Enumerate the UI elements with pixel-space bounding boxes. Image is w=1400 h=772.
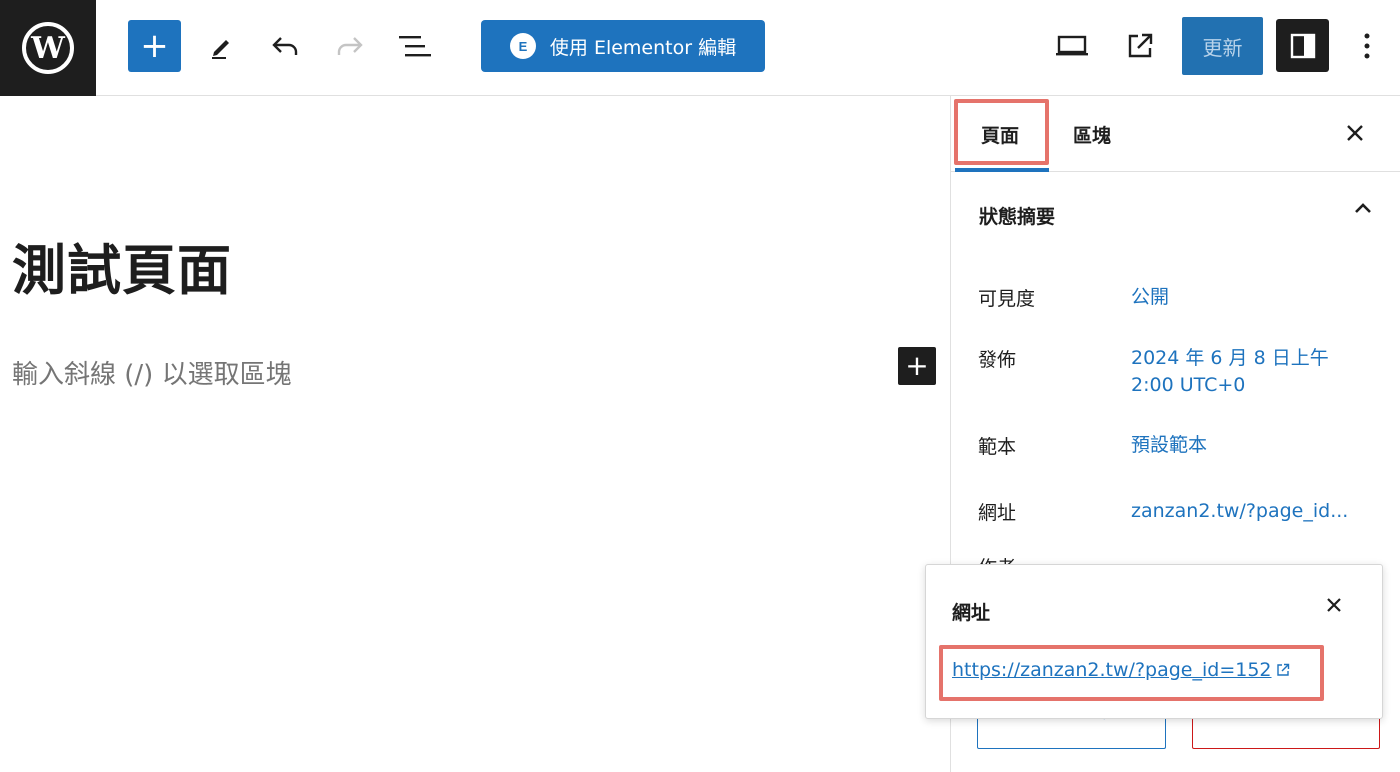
visibility-value[interactable]: 公開 [1131,284,1169,311]
update-button[interactable]: 更新 [1182,17,1263,75]
highlight-box [954,99,1049,165]
list-view-icon [399,36,431,57]
preview-button[interactable] [1048,20,1096,72]
settings-sidebar-toggle[interactable] [1276,19,1329,72]
tab-block[interactable]: 區塊 [1073,96,1111,172]
summary-panel-title: 狀態摘要 [979,205,1056,228]
close-icon [1327,598,1341,612]
page-url-text: https://zanzan2.tw/?page_id=152 [952,659,1272,681]
visibility-row: 可見度 公開 [978,284,1169,311]
redo-icon [337,37,363,55]
options-menu-button[interactable] [1343,20,1391,72]
external-link-icon [1128,33,1153,58]
add-block-button[interactable]: + [128,20,181,72]
wordpress-logo-button[interactable]: W [0,0,96,96]
undo-icon [272,37,298,55]
elementor-button-label: 使用 Elementor 編輯 [549,36,737,59]
laptop-icon [1056,35,1088,56]
publish-row: 發佈 2024 年 6 月 8 日上午 2:00 UTC+0 [978,345,1331,399]
url-popover: 網址 https://zanzan2.tw/?page_id=152 [925,564,1383,719]
edit-with-elementor-button[interactable]: E 使用 Elementor 編輯 [481,20,765,72]
page-title[interactable]: 測試頁面 [12,226,232,305]
redo-button[interactable] [326,20,374,72]
close-icon [1347,125,1363,141]
elementor-icon: E [509,33,536,59]
tools-button[interactable] [196,20,244,72]
plus-icon: + [140,26,169,66]
plus-icon: + [905,349,929,382]
template-value[interactable]: 預設範本 [1131,432,1207,459]
document-overview-button[interactable] [391,20,439,72]
url-popover-title: 網址 [952,602,991,624]
template-row: 範本 預設範本 [978,432,1207,459]
editor-canvas: 測試頁面 輸入斜線 (/) 以選取區塊 + [0,96,950,772]
author-label: 作者 [978,553,1016,564]
template-label: 範本 [978,436,1017,458]
publish-date-value[interactable]: 2024 年 6 月 8 日上午 2:00 UTC+0 [1131,345,1331,399]
undo-button[interactable] [261,20,309,72]
inline-add-block-button[interactable]: + [898,347,936,385]
view-page-button[interactable] [1116,20,1164,72]
pencil-icon [212,40,229,59]
url-value[interactable]: zanzan2.tw/?page_id... [1131,498,1348,525]
url-row: 網址 zanzan2.tw/?page_id... [978,498,1348,525]
update-button-label: 更新 [1202,35,1243,60]
close-sidebar-button[interactable] [1340,118,1370,148]
chevron-up-icon [1355,203,1371,213]
tab-block-label: 區塊 [1073,124,1112,147]
more-vertical-icon [1364,33,1370,59]
visibility-label: 可見度 [978,288,1036,310]
top-toolbar: W + E 使用 Elementor 編輯 更新 [0,0,1400,96]
close-popover-button[interactable] [1322,593,1346,617]
summary-panel-toggle[interactable]: 狀態摘要 [951,172,1400,258]
external-link-icon [1276,663,1289,676]
page-url-link[interactable]: https://zanzan2.tw/?page_id=152 [952,659,1290,681]
wordpress-logo-icon: W [22,22,74,74]
sidebar-icon [1290,33,1315,58]
publish-label: 發佈 [978,349,1017,371]
tab-page[interactable]: 頁面 [951,96,1049,172]
url-label: 網址 [978,502,1017,524]
sidebar-tabs: 頁面 區塊 [951,96,1400,172]
block-placeholder[interactable]: 輸入斜線 (/) 以選取區塊 [12,354,292,391]
